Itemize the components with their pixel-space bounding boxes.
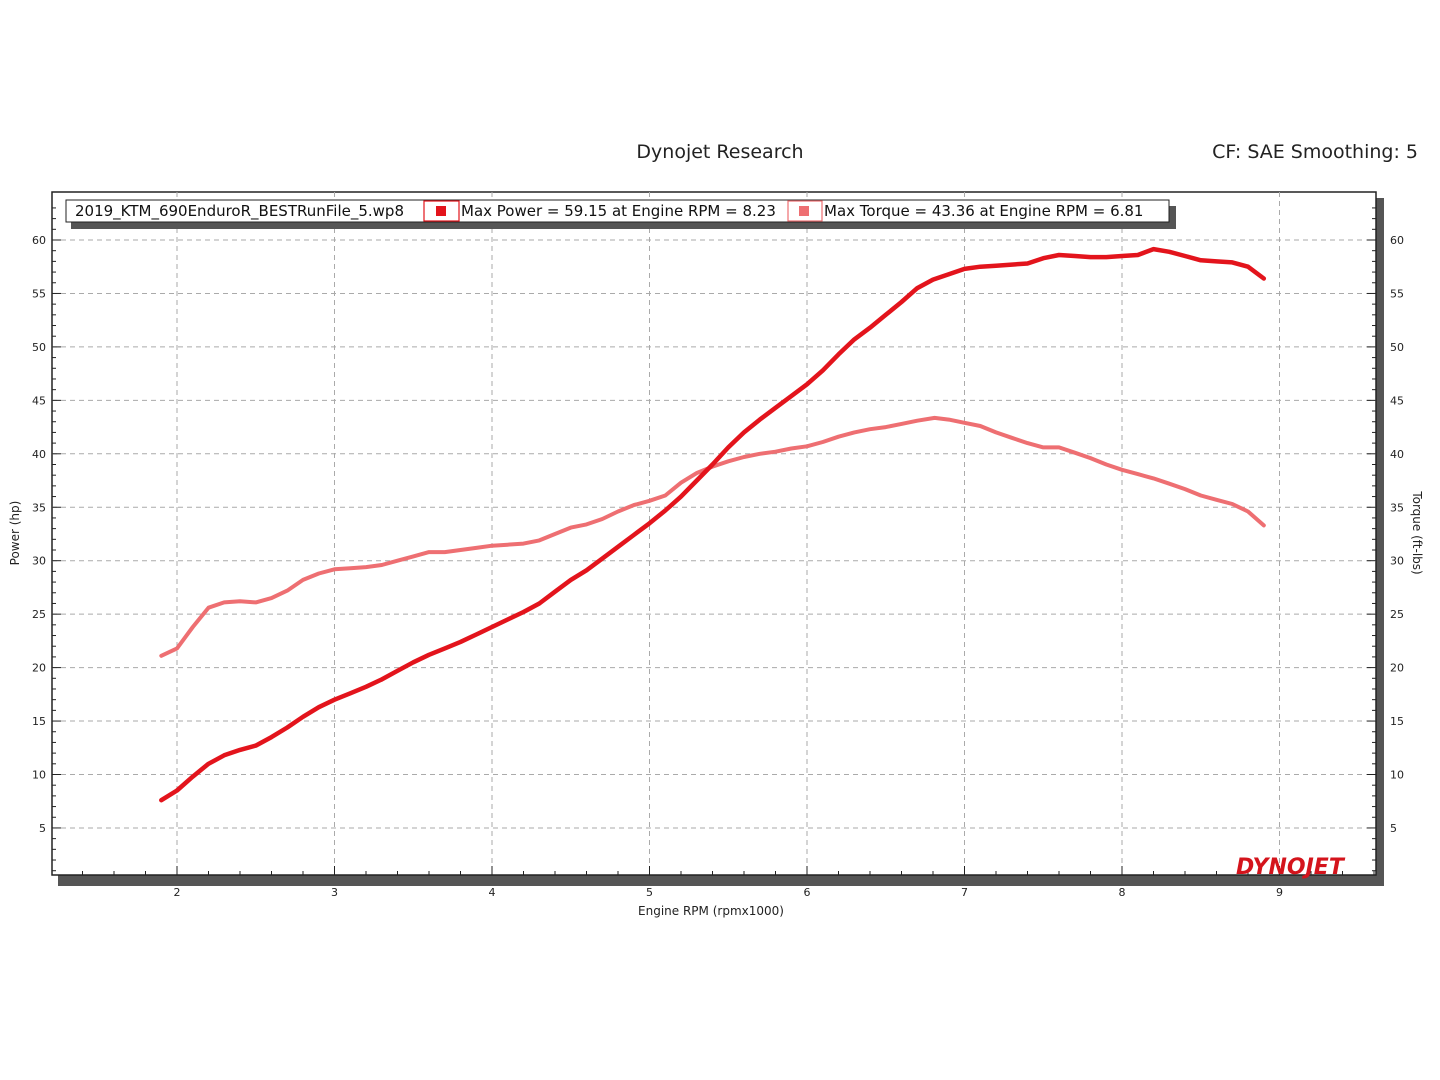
y2-axis-label: Torque (ft-lbs): [1410, 490, 1424, 574]
y2-tick-label: 15: [1390, 715, 1404, 728]
x-tick-label: 2: [174, 886, 181, 899]
y2-tick-label: 60: [1390, 234, 1404, 247]
y2-tick-label: 30: [1390, 555, 1404, 568]
x-tick-label: 4: [489, 886, 496, 899]
dyno-chart: 5 510 1015 1520 2025 2530 3035 3540 4045 4550 5055…: [8, 191, 1424, 918]
legend-file-name: 2019_KTM_690EnduroR_BESTRunFile_5.wp8: [75, 202, 404, 221]
y2-tick-label: 20: [1390, 662, 1404, 675]
y-tick-label: 20: [32, 662, 46, 675]
y-tick-label: 50: [32, 341, 46, 354]
y-tick-label: 45: [32, 394, 46, 407]
plot-area: [51, 191, 1377, 876]
x-axis-label: Engine RPM (rpmx1000): [638, 904, 784, 918]
y2-tick-label: 55: [1390, 287, 1404, 300]
legend-torque-swatch: [799, 206, 809, 216]
x-tick-label: 3: [331, 886, 338, 899]
y-tick-label: 35: [32, 501, 46, 514]
legend-power-swatch: [436, 206, 446, 216]
y-tick-label: 10: [32, 769, 46, 782]
dynojet-logo: DYNOJET: [1236, 855, 1346, 880]
x-tick-label: 9: [1276, 886, 1283, 899]
y-tick-label: 25: [32, 608, 46, 621]
y2-tick-label: 5: [1390, 822, 1397, 835]
x-tick-label: 6: [804, 886, 811, 899]
y-tick-label: 60: [32, 234, 46, 247]
legend-torque-text: Max Torque = 43.36 at Engine RPM = 6.81: [824, 202, 1143, 220]
y2-tick-label: 40: [1390, 448, 1404, 461]
y2-tick-label: 25: [1390, 608, 1404, 621]
legend-power-text: Max Power = 59.15 at Engine RPM = 8.23: [461, 202, 776, 220]
y-tick-label: 40: [32, 448, 46, 461]
x-tick-label: 5: [646, 886, 653, 899]
legend: 2019_KTM_690EnduroR_BESTRunFile_5.wp8 Ma…: [65, 199, 1176, 229]
y2-tick-label: 50: [1390, 341, 1404, 354]
y2-tick-label: 45: [1390, 394, 1404, 407]
y2-tick-label: 35: [1390, 501, 1404, 514]
y-axis-label: Power (hp): [8, 501, 22, 566]
y2-tick-label: 10: [1390, 769, 1404, 782]
x-tick-label: 7: [961, 886, 968, 899]
y-tick-label: 55: [32, 287, 46, 300]
y-tick-label: 30: [32, 555, 46, 568]
x-tick-label: 8: [1119, 886, 1126, 899]
y-tick-label: 15: [32, 715, 46, 728]
y-tick-label: 5: [39, 822, 46, 835]
